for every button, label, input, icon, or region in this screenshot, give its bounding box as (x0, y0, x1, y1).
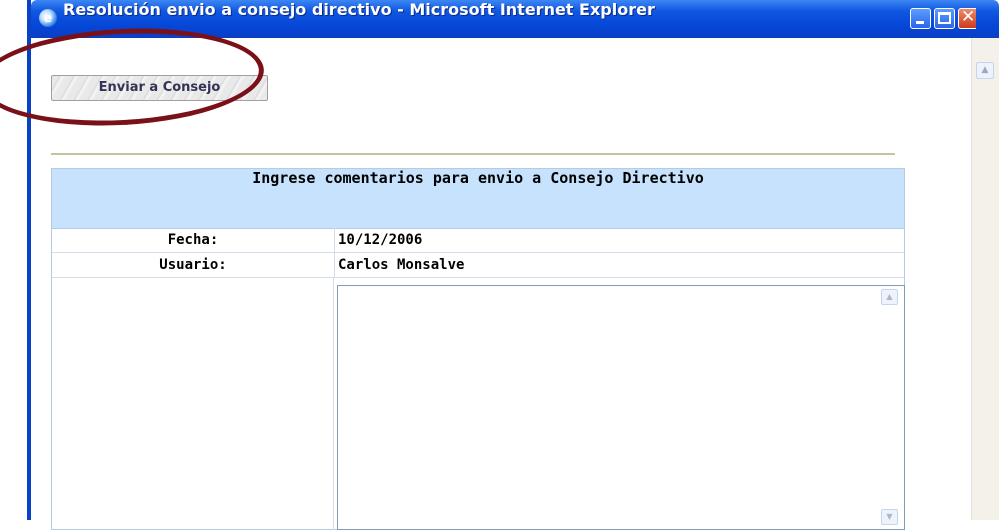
internet-explorer-icon: e (39, 9, 57, 27)
comment-label-cell (52, 278, 334, 530)
maximize-icon (938, 12, 951, 24)
window-title: Resolución envio a consejo directivo - M… (63, 0, 655, 19)
minimize-icon (916, 21, 924, 24)
comment-form: Ingrese comentarios para envio a Consejo… (51, 168, 905, 530)
fecha-row: Fecha: 10/12/2006 (52, 228, 904, 253)
usuario-label: Usuario: (52, 253, 335, 277)
maximize-button[interactable] (934, 8, 955, 29)
minimize-button[interactable] (910, 8, 931, 29)
textarea-scroll-down-icon[interactable]: ▼ (881, 509, 898, 525)
fecha-label: Fecha: (52, 228, 335, 252)
browser-window: e Resolución envio a consejo directivo -… (27, 0, 999, 530)
window-scrollbar[interactable]: ▲ (971, 38, 999, 520)
scroll-up-icon[interactable]: ▲ (976, 62, 994, 79)
send-to-council-button[interactable]: Enviar a Consejo (51, 75, 268, 101)
textarea-scroll-up-icon[interactable]: ▲ (881, 289, 898, 305)
close-icon: ✕ (961, 7, 976, 27)
usuario-value: Carlos Monsalve (338, 257, 465, 273)
comments-textarea[interactable] (337, 285, 905, 530)
fecha-value: 10/12/2006 (338, 232, 423, 248)
close-button[interactable]: ✕ (958, 7, 976, 29)
page-content: Enviar a Consejo Ingrese comentarios par… (31, 38, 957, 530)
form-header: Ingrese comentarios para envio a Consejo… (52, 169, 904, 229)
title-bar[interactable]: e Resolución envio a consejo directivo -… (31, 0, 999, 38)
divider (51, 153, 895, 155)
usuario-row: Usuario: Carlos Monsalve (52, 253, 904, 278)
